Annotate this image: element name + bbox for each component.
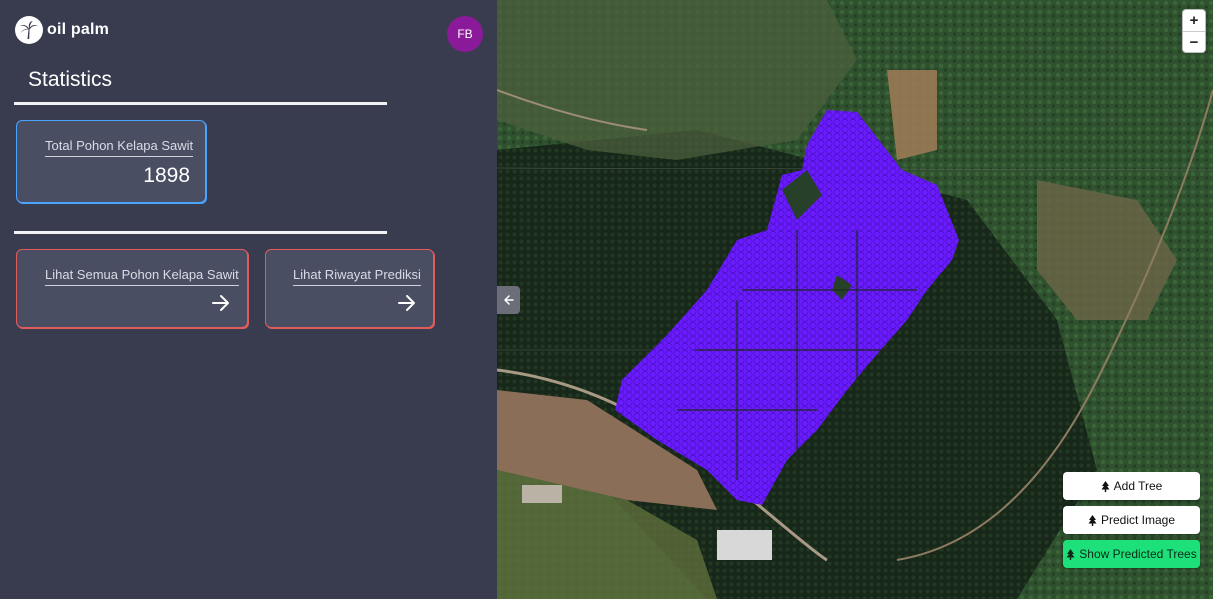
zoom-in-button[interactable]: + [1183, 10, 1205, 31]
predict-image-button[interactable]: Predict Image [1063, 506, 1200, 534]
add-tree-button[interactable]: Add Tree [1063, 472, 1200, 500]
prediction-history-card[interactable]: Lihat Riwayat Prediksi [265, 249, 434, 328]
show-predicted-trees-button[interactable]: Show Predicted Trees [1063, 540, 1200, 568]
total-trees-label: Total Pohon Kelapa Sawit [45, 138, 194, 157]
show-predicted-trees-label: Show Predicted Trees [1079, 547, 1197, 561]
view-all-trees-label: Lihat Semua Pohon Kelapa Sawit [45, 267, 239, 286]
add-tree-label: Add Tree [1113, 479, 1163, 493]
divider [14, 102, 387, 105]
user-avatar[interactable]: FB [447, 16, 483, 52]
divider [14, 231, 387, 234]
brand-name: oil palm [47, 21, 110, 38]
total-trees-value: 1898 [143, 164, 190, 187]
prediction-history-label: Lihat Riwayat Prediksi [293, 267, 421, 286]
arrow-right-icon [212, 295, 229, 311]
view-all-trees-card[interactable]: Lihat Semua Pohon Kelapa Sawit [16, 249, 248, 328]
tree-icon [1101, 480, 1110, 492]
satellite-map[interactable]: + − Add Tree Predict Image Show Predicte… [497, 0, 1213, 599]
collapse-sidebar-button[interactable] [497, 286, 520, 314]
total-trees-card: Total Pohon Kelapa Sawit 1898 [16, 120, 206, 203]
brand[interactable]: oil palm [15, 16, 109, 44]
section-title: Statistics [28, 68, 113, 91]
arrow-right-icon [398, 295, 415, 311]
tree-icon [1066, 548, 1075, 560]
app-root: oil palm FB Statistics Total Pohon Kelap… [0, 0, 1213, 599]
arrow-left-icon [503, 295, 514, 305]
predict-image-label: Predict Image [1100, 513, 1176, 527]
sidebar: oil palm FB Statistics Total Pohon Kelap… [0, 0, 497, 599]
tree-icon [1088, 514, 1097, 526]
zoom-control: + − [1183, 10, 1205, 52]
zoom-out-button[interactable]: − [1183, 31, 1205, 52]
palm-tree-icon [15, 16, 43, 44]
